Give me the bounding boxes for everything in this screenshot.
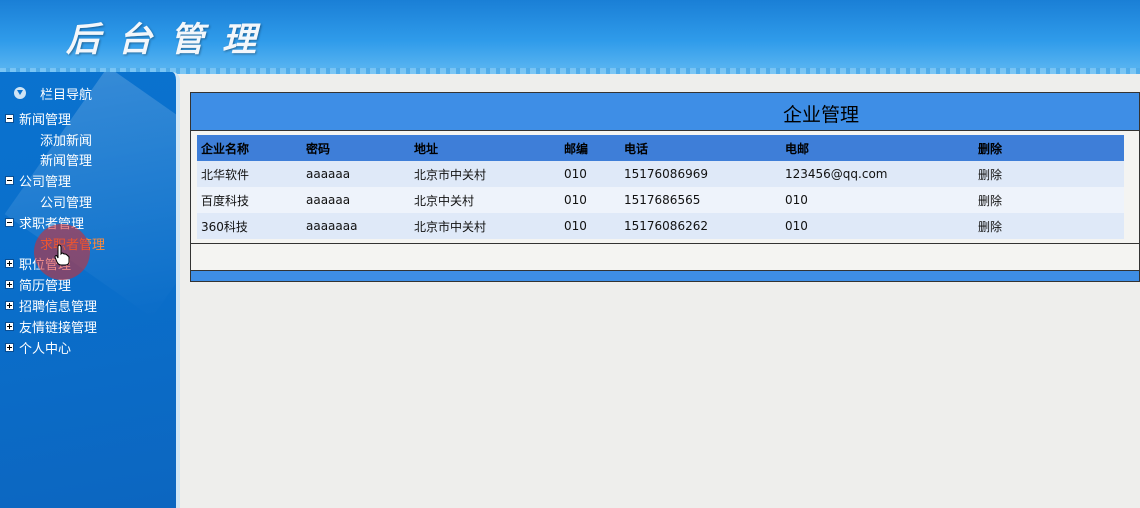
expand-icon[interactable] [5,280,14,290]
sidebar-item-news-manage[interactable]: 新闻管理 [0,150,176,171]
sidebar-group-resume[interactable]: 简历管理 [0,274,176,295]
column-header: 电话 [620,135,781,161]
sidebar-item-label: 职位管理 [19,258,72,274]
delete-link[interactable]: 删除 [974,213,1124,239]
sidebar-item-label: 求职者管理 [19,216,85,232]
sidebar-group-recruit-info[interactable]: 招聘信息管理 [0,295,176,316]
nav-title: 栏目导航 [40,87,93,103]
sidebar-item-label: 求职者管理 [40,237,106,253]
cell-address: 北京市中关村 [410,161,560,187]
sidebar-group-profile[interactable]: 个人中心 [0,337,176,358]
collapse-icon[interactable] [5,176,14,186]
column-header: 密码 [302,135,410,161]
sidebar-item-label: 添加新闻 [40,133,93,149]
collapse-icon[interactable] [5,217,14,227]
delete-link[interactable]: 删除 [974,161,1124,187]
panel-title-bar: 企业管理 [191,93,1139,131]
sidebar-item-label: 简历管理 [19,279,72,295]
expand-icon[interactable] [5,301,14,311]
sidebar-group-position[interactable]: 职位管理 [0,254,176,275]
cell-company-name: 百度科技 [197,187,302,213]
company-table: 企业名称 密码 地址 邮编 电话 电邮 删除 北华软件 aaaaaa 北京市中关… [197,135,1124,239]
company-table-wrap: 企业名称 密码 地址 邮编 电话 电邮 删除 北华软件 aaaaaa 北京市中关… [197,135,1124,239]
nav-header: 栏目导航 [0,80,176,106]
panel-divider [191,243,1139,244]
column-header: 地址 [410,135,560,161]
cell-postcode: 010 [560,213,620,239]
cell-phone: 15176086262 [620,213,781,239]
page-title: 企业管理 [783,104,860,126]
sidebar-group-jobseeker[interactable]: 求职者管理 [0,212,176,233]
table-header-row: 企业名称 密码 地址 邮编 电话 电邮 删除 [197,135,1124,161]
app-title: 后台管理 [66,20,274,60]
sidebar-item-label: 友情链接管理 [19,320,98,336]
cell-company-name: 北华软件 [197,161,302,187]
column-header: 邮编 [560,135,620,161]
cell-phone: 15176086969 [620,161,781,187]
cell-email: 010 [781,213,974,239]
sidebar-menu: 新闻管理 添加新闻 新闻管理 公司管理 公司管理 求职者管理 求职者管理 职位管… [0,108,176,358]
sidebar-item-label: 招聘信息管理 [19,300,98,316]
cell-company-name: 360科技 [197,213,302,239]
expand-icon[interactable] [5,259,14,269]
cell-postcode: 010 [560,187,620,213]
collapse-icon[interactable] [5,113,14,123]
column-header: 企业名称 [197,135,302,161]
cell-address: 北京中关村 [410,187,560,213]
table-row: 360科技 aaaaaaa 北京市中关村 010 15176086262 010… [197,213,1124,239]
cell-address: 北京市中关村 [410,213,560,239]
expand-circle-icon [14,87,26,99]
cell-password: aaaaaaa [302,213,410,239]
sidebar-item-jobseeker-manage[interactable]: 求职者管理 [0,233,176,254]
cell-postcode: 010 [560,161,620,187]
header-banner: 后台管理 [0,0,1140,74]
sidebar-item-company-manage[interactable]: 公司管理 [0,191,176,212]
sidebar-item-label: 公司管理 [19,175,72,191]
expand-icon[interactable] [5,342,14,352]
expand-icon[interactable] [5,321,14,331]
cell-phone: 1517686565 [620,187,781,213]
sidebar-item-label: 公司管理 [40,196,93,212]
cell-password: aaaaaa [302,187,410,213]
sidebar-group-news[interactable]: 新闻管理 [0,108,176,129]
panel-footer-bar [191,270,1139,281]
sidebar-group-links[interactable]: 友情链接管理 [0,316,176,337]
sidebar-item-label: 新闻管理 [19,112,72,128]
table-row: 百度科技 aaaaaa 北京中关村 010 1517686565 010 删除 [197,187,1124,213]
table-row: 北华软件 aaaaaa 北京市中关村 010 15176086969 12345… [197,161,1124,187]
sidebar-item-label: 新闻管理 [40,154,93,170]
column-header: 删除 [974,135,1124,161]
sidebar-group-company[interactable]: 公司管理 [0,170,176,191]
delete-link[interactable]: 删除 [974,187,1124,213]
column-header: 电邮 [781,135,974,161]
cell-email: 010 [781,187,974,213]
cell-password: aaaaaa [302,161,410,187]
sidebar: 栏目导航 新闻管理 添加新闻 新闻管理 公司管理 公司管理 求职者管理 求职者管… [0,72,180,508]
sidebar-item-add-news[interactable]: 添加新闻 [0,129,176,150]
company-panel: 企业管理 企业名称 密码 地址 邮编 电话 电邮 删除 北华软件 aaaaaa … [190,92,1140,282]
cell-email: 123456@qq.com [781,161,974,187]
sidebar-item-label: 个人中心 [19,341,72,357]
